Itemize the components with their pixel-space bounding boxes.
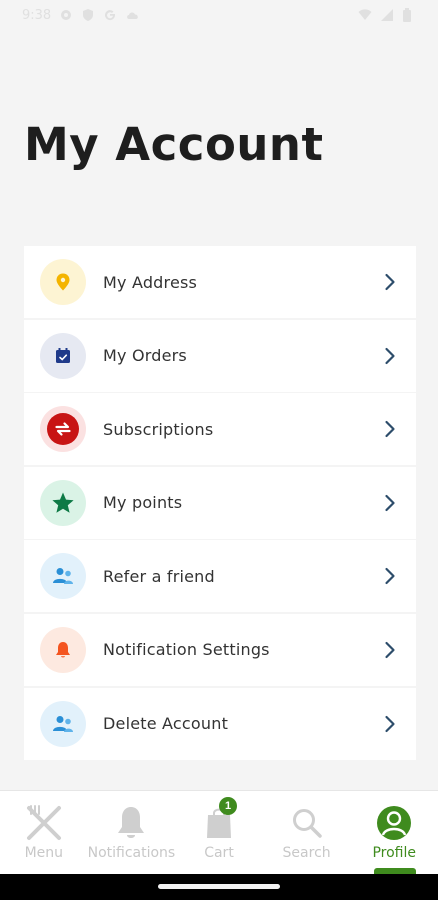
chevron-right-icon xyxy=(380,419,400,439)
nav-item-cart[interactable]: 1 Cart xyxy=(175,791,263,874)
menu-item-label: My Orders xyxy=(103,346,187,366)
gear-icon xyxy=(59,8,73,22)
nav-label: Cart xyxy=(204,845,234,861)
nav-label: Menu xyxy=(24,845,64,861)
chevron-right-icon xyxy=(380,566,400,586)
fork-knife-icon xyxy=(24,803,64,843)
nav-item-notifications[interactable]: Notifications xyxy=(87,791,176,874)
star-icon xyxy=(40,479,86,526)
home-indicator[interactable] xyxy=(158,884,280,889)
menu-item-label: Subscriptions xyxy=(103,419,214,439)
chevron-right-icon xyxy=(380,493,400,513)
menu-item-my-points[interactable]: My points xyxy=(24,466,416,539)
bell-icon xyxy=(40,626,86,673)
menu-item-refer-a-friend[interactable]: Refer a friend xyxy=(24,540,416,613)
users-icon xyxy=(40,553,86,600)
nav-label: Search xyxy=(282,845,331,861)
menu-item-subscriptions[interactable]: Subscriptions xyxy=(24,393,416,466)
status-bar: 9:38 xyxy=(0,0,438,30)
chevron-right-icon xyxy=(380,272,400,292)
calendar-icon xyxy=(40,332,86,379)
bottom-nav: Menu Notifications 1 Cart Search Profile xyxy=(0,790,438,874)
menu-item-my-orders[interactable]: My Orders xyxy=(24,319,416,392)
profile-icon xyxy=(374,803,414,843)
battery-icon xyxy=(402,8,416,22)
account-menu-list: My Address My Orders Subscriptions My po… xyxy=(24,246,416,761)
chevron-right-icon xyxy=(380,640,400,660)
menu-item-label: Refer a friend xyxy=(103,566,215,586)
chevron-right-icon xyxy=(380,714,400,734)
bag-icon: 1 xyxy=(199,797,239,843)
nav-label: Profile xyxy=(372,845,416,861)
signal-icon xyxy=(380,8,394,22)
nav-item-profile[interactable]: Profile xyxy=(350,791,438,874)
search-icon xyxy=(287,803,327,843)
nav-item-search[interactable]: Search xyxy=(263,791,351,874)
cart-badge: 1 xyxy=(219,797,238,815)
repeat-icon xyxy=(40,406,86,453)
nav-item-menu[interactable]: Menu xyxy=(0,791,88,874)
menu-item-label: My points xyxy=(103,493,183,513)
google-icon xyxy=(103,8,117,22)
menu-item-label: Notification Settings xyxy=(103,640,270,660)
shield-icon xyxy=(81,8,95,22)
chevron-right-icon xyxy=(380,346,400,366)
nav-label: Notifications xyxy=(87,845,176,861)
menu-item-label: Delete Account xyxy=(103,714,229,734)
users-icon xyxy=(40,700,86,747)
page-title: My Account xyxy=(24,118,324,171)
status-left: 9:38 xyxy=(22,8,139,23)
menu-item-label: My Address xyxy=(103,272,198,292)
cloud-icon xyxy=(125,8,139,22)
menu-item-my-address[interactable]: My Address xyxy=(24,246,416,318)
bell-icon xyxy=(111,803,151,843)
location-pin-icon xyxy=(40,259,86,305)
menu-item-notification-settings[interactable]: Notification Settings xyxy=(24,613,416,686)
status-right xyxy=(358,8,416,22)
system-gesture-bar xyxy=(0,874,438,900)
status-time: 9:38 xyxy=(22,7,52,23)
menu-item-delete-account[interactable]: Delete Account xyxy=(24,687,416,760)
wifi-icon xyxy=(358,8,372,22)
